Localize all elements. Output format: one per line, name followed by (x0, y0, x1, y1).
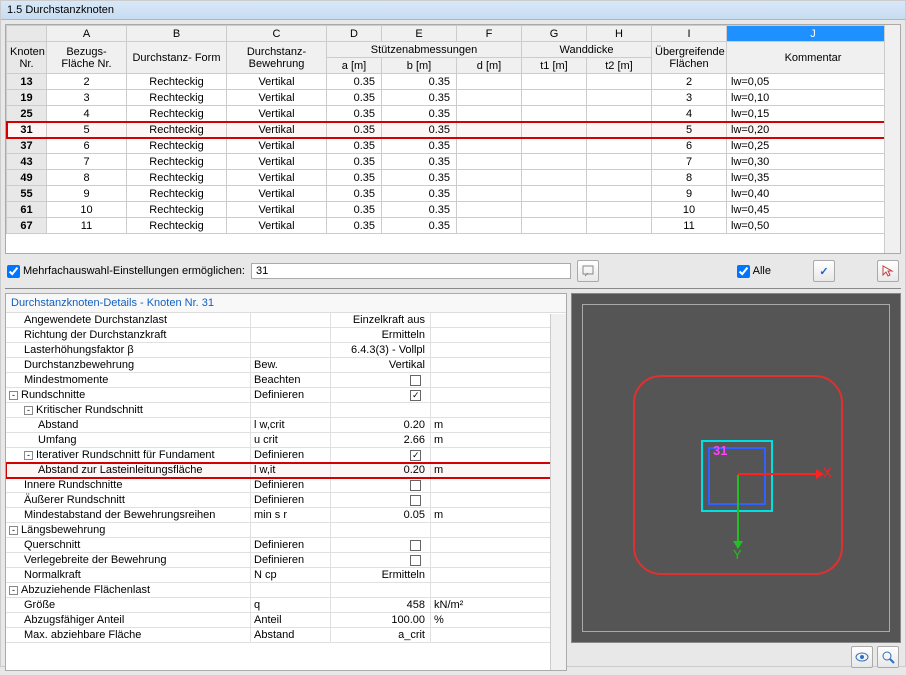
table-row[interactable]: 254RechteckigVertikal0.350.354lw=0,15 (7, 106, 900, 122)
y-axis (737, 475, 739, 543)
details-panel: Durchstanzknoten-Details - Knoten Nr. 31… (5, 293, 567, 671)
detail-row[interactable]: -Iterativer Rundschnitt für FundamentDef… (6, 448, 566, 463)
detail-row[interactable]: Richtung der DurchstanzkraftErmitteln (6, 328, 566, 343)
detail-row[interactable]: DurchstanzbewehrungBew.Vertikal (6, 358, 566, 373)
window-title: 1.5 Durchstanzknoten (1, 1, 905, 20)
detail-row[interactable]: Max. abziehbare FlächeAbstanda_crit (6, 628, 566, 643)
zoom-icon[interactable] (877, 646, 899, 668)
detail-row[interactable]: -RundschnitteDefinieren (6, 388, 566, 403)
detail-row[interactable]: NormalkraftN cpErmitteln (6, 568, 566, 583)
y-axis-label: Y (733, 547, 742, 562)
apply-icon[interactable]: ✓ (813, 260, 835, 282)
table-row[interactable]: 559RechteckigVertikal0.350.359lw=0,40 (7, 186, 900, 202)
detail-row[interactable]: Angewendete DurchstanzlastEinzelkraft au… (6, 313, 566, 328)
table-row[interactable]: 6711RechteckigVertikal0.350.3511lw=0,50 (7, 218, 900, 234)
detail-row[interactable]: Größeq458kN/m² (6, 598, 566, 613)
detail-row[interactable]: -Längsbewehrung (6, 523, 566, 538)
multiselect-checkbox[interactable]: Mehrfachauswahl-Einstellungen ermögliche… (7, 265, 245, 278)
pick-icon[interactable] (577, 260, 599, 282)
detail-row[interactable]: Innere RundschnitteDefinieren (6, 478, 566, 493)
pointer-icon[interactable] (877, 260, 899, 282)
detail-row[interactable]: Äußerer RundschnittDefinieren (6, 493, 566, 508)
x-axis (738, 473, 818, 475)
table-row[interactable]: 376RechteckigVertikal0.350.356lw=0,25 (7, 138, 900, 154)
alle-checkbox[interactable]: Alle (737, 265, 771, 278)
column-headers-row-1: Knoten Nr. Bezugs- Fläche Nr. Durchstanz… (7, 42, 900, 58)
table-row[interactable]: 437RechteckigVertikal0.350.357lw=0,30 (7, 154, 900, 170)
table-row[interactable]: 193RechteckigVertikal0.350.353lw=0,10 (7, 90, 900, 106)
viewer-canvas[interactable]: 31 X Y (571, 293, 901, 643)
main-grid[interactable]: A B C D E F G H I J Knoten Nr. Bezugs- F… (5, 24, 901, 254)
details-scrollbar[interactable] (550, 314, 566, 670)
detail-row[interactable]: MindestmomenteBeachten (6, 373, 566, 388)
details-title: Durchstanzknoten-Details - Knoten Nr. 31 (6, 294, 566, 313)
detail-row[interactable]: Umfangu crit2.66m (6, 433, 566, 448)
x-axis-label: X (823, 465, 832, 480)
table-row[interactable]: 498RechteckigVertikal0.350.358lw=0,35 (7, 170, 900, 186)
detail-row[interactable]: -Abzuziehende Flächenlast (6, 583, 566, 598)
detail-row[interactable]: Abzugsfähiger AnteilAnteil100.00% (6, 613, 566, 628)
detail-row[interactable]: Verlegebreite der BewehrungDefinieren (6, 553, 566, 568)
detail-row[interactable]: Lasterhöhungsfaktor β6.4.3(3) - Vollpl (6, 343, 566, 358)
detail-row[interactable]: QuerschnittDefinieren (6, 538, 566, 553)
detail-row[interactable]: Abstand zur Lasteinleitungsflächel w,it0… (6, 463, 566, 478)
eye-icon[interactable] (851, 646, 873, 668)
detail-row[interactable]: Abstandl w,crit0.20m (6, 418, 566, 433)
detail-row[interactable]: -Kritischer Rundschnitt (6, 403, 566, 418)
table-row[interactable]: 315RechteckigVertikal0.350.355lw=0,20 (7, 122, 900, 138)
detail-row[interactable]: Mindestabstand der Bewehrungsreihenmin s… (6, 508, 566, 523)
column-letters-row: A B C D E F G H I J (7, 26, 900, 42)
table-row[interactable]: 6110RechteckigVertikal0.350.3510lw=0,45 (7, 202, 900, 218)
selection-field[interactable]: 31 (251, 263, 571, 279)
grid-scrollbar[interactable] (884, 25, 900, 253)
node-label: 31 (713, 443, 727, 458)
table-row[interactable]: 132RechteckigVertikal0.350.352lw=0,05 (7, 74, 900, 90)
